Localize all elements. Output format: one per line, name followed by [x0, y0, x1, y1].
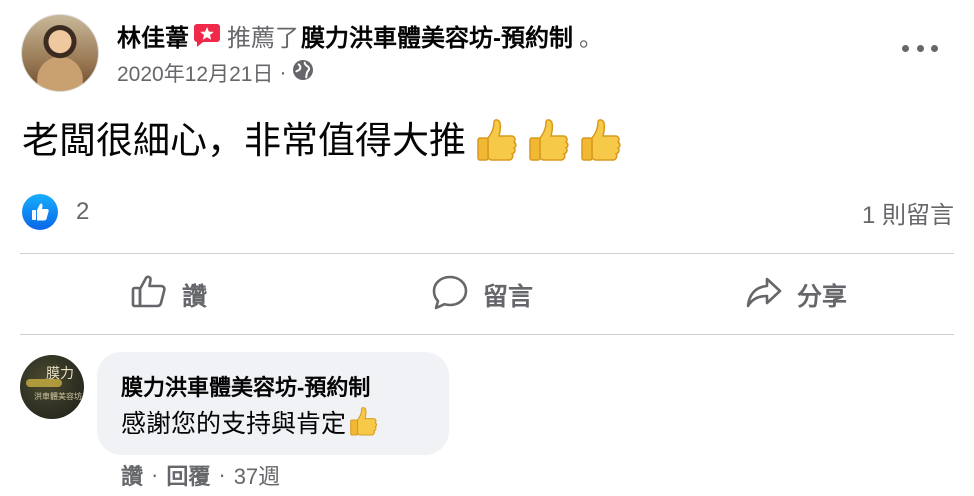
comment-button[interactable]: 留言 — [431, 265, 533, 325]
commenter-avatar[interactable]: 膜力 洪車體美容坊 — [20, 355, 84, 419]
dot — [931, 44, 938, 52]
meta-dot: · — [279, 61, 287, 84]
like-reaction-icon — [22, 194, 58, 230]
recommend-verb: 推薦了 — [227, 24, 299, 52]
reaction-count[interactable]: 2 — [76, 198, 89, 226]
commenter-name[interactable]: 膜力洪車體美容坊-預約制 — [121, 370, 370, 402]
avatar-logo-text: 膜力 — [46, 365, 74, 381]
comment-text: 感謝您的支持與肯定 — [121, 404, 378, 440]
comment-label: 留言 — [483, 283, 534, 311]
comment-reply-link[interactable]: 回覆 — [166, 459, 210, 491]
reaction-summary[interactable]: 2 — [22, 193, 89, 231]
thumbs-up-emoji-icon — [578, 118, 622, 164]
comment-time[interactable]: 37週 — [234, 459, 280, 491]
post-header: 林佳葦 推薦了 膜力洪車體美容坊-預約制 。 — [117, 18, 603, 52]
thumbs-up-icon — [130, 273, 182, 318]
post-meta: 2020年12月21日 · — [117, 58, 314, 88]
like-label: 讚 — [182, 283, 208, 311]
thumbs-up-emoji-icon — [526, 118, 570, 164]
page-name-link[interactable]: 膜力洪車體美容坊-預約制 — [301, 18, 573, 53]
dot — [916, 44, 924, 52]
post-text: 老闆很細心，非常值得大推 — [22, 113, 622, 169]
author-avatar[interactable] — [21, 14, 99, 92]
thumbs-up-emoji-icon — [348, 406, 378, 438]
comment-count[interactable]: 1 則留言 — [862, 193, 954, 231]
like-button[interactable]: 讚 — [130, 265, 207, 325]
comment-sep: · — [218, 462, 226, 487]
share-button[interactable]: 分享 — [745, 265, 847, 325]
comment-sep: · — [151, 462, 159, 487]
post-date[interactable]: 2020年12月21日 — [117, 58, 273, 88]
comment-like-link[interactable]: 讚 — [121, 459, 143, 491]
divider-bottom — [20, 334, 954, 335]
author-name[interactable]: 林佳葦 — [117, 18, 189, 53]
recommend-star-icon — [193, 22, 221, 48]
comment-actions: 讚 · 回覆 · 37週 — [121, 458, 280, 492]
post-body: 老闆很細心，非常值得大推 — [22, 120, 466, 161]
comment-body: 感謝您的支持與肯定 — [121, 410, 347, 438]
share-label: 分享 — [797, 283, 848, 311]
share-arrow-icon — [745, 273, 797, 318]
comment-bubble: 膜力洪車體美容坊-預約制 感謝您的支持與肯定 — [97, 352, 449, 455]
avatar-logo-subtext: 洪車體美容坊 — [34, 392, 82, 401]
more-options-icon[interactable] — [902, 38, 938, 58]
dot — [902, 44, 909, 52]
globe-icon[interactable] — [292, 59, 314, 87]
thumbs-up-emoji-icon — [474, 118, 518, 164]
header-period: 。 — [579, 24, 603, 52]
comment-bubble-icon — [431, 273, 483, 318]
divider-top — [20, 253, 954, 254]
